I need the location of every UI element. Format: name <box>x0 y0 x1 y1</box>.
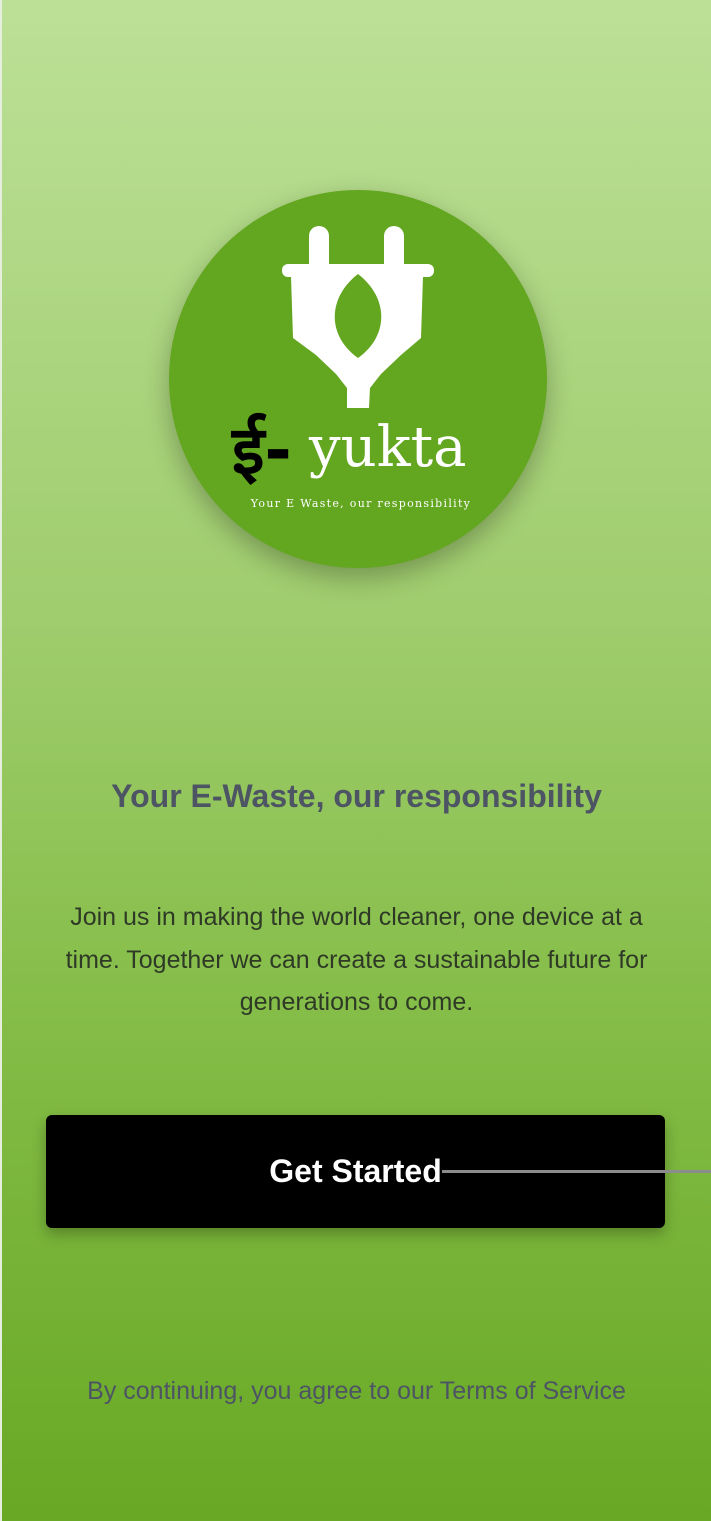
intro-description: Join us in making the world cleaner, one… <box>65 903 648 1016</box>
brand-name: yukta <box>308 415 467 480</box>
get-started-label: Get Started <box>269 1153 442 1189</box>
page-title: Your E-Waste, our responsibility <box>111 778 602 814</box>
brand-devanagari-mark: ई- <box>230 412 292 489</box>
button-connector-line <box>442 1170 711 1173</box>
plug-with-leaf-icon: ई- yukta Your E Waste, our responsibilit… <box>230 226 471 510</box>
app-logo: ई- yukta Your E Waste, our responsibilit… <box>169 190 547 568</box>
brand-tagline: Your E Waste, our responsibility <box>250 497 471 510</box>
onboarding-screen: ई- yukta Your E Waste, our responsibilit… <box>0 0 711 1521</box>
terms-notice: By continuing, you agree to our Terms of… <box>87 1377 626 1405</box>
